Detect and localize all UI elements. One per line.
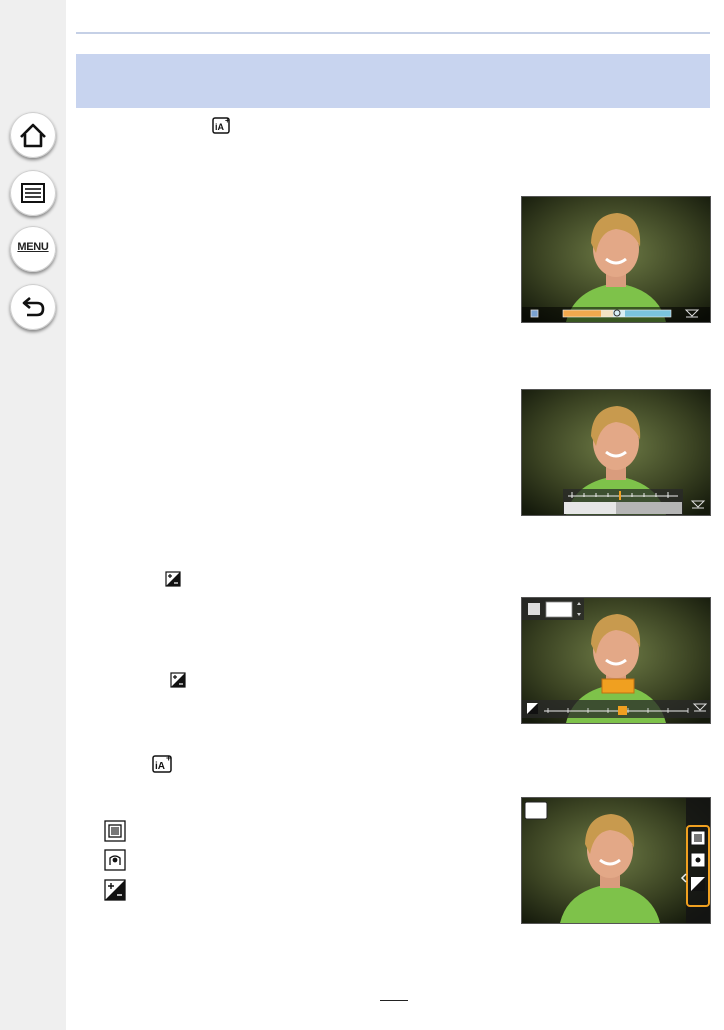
back-arrow-icon	[22, 297, 45, 317]
color-control-icon	[104, 820, 126, 842]
boy-portrait-image	[522, 798, 710, 923]
boy-portrait-image	[522, 598, 710, 723]
home-icon	[20, 123, 46, 148]
boy-portrait-image	[522, 197, 710, 322]
svg-text:iA: iA	[155, 761, 165, 772]
boy-portrait-image	[522, 390, 710, 515]
blur-slider-screen	[521, 389, 711, 516]
section-header	[76, 54, 710, 108]
exposure-icon	[170, 672, 186, 688]
svg-text:+: +	[225, 116, 230, 125]
menu-label: MENU	[17, 241, 49, 253]
svg-text:+: +	[166, 753, 171, 763]
list-icon	[21, 183, 45, 203]
top-rule	[76, 32, 710, 34]
page-number-underline	[380, 1000, 408, 1001]
exposure-control-icon	[104, 879, 126, 901]
home-button[interactable]	[10, 112, 56, 158]
color-slider-screen	[521, 196, 711, 323]
sidebar: MENU	[0, 0, 66, 1030]
exposure-icon	[165, 571, 181, 587]
exposure-slider-screen	[521, 597, 711, 724]
menu-button[interactable]: MENU	[10, 226, 56, 272]
intelligent-auto-plus-icon: iA +	[152, 753, 172, 773]
svg-text:iA: iA	[215, 122, 225, 132]
blur-control-icon	[104, 849, 126, 871]
back-button[interactable]	[10, 284, 56, 330]
contents-button[interactable]	[10, 170, 56, 216]
control-icons-screen	[521, 797, 711, 924]
intelligent-auto-plus-icon: iA +	[212, 116, 230, 134]
